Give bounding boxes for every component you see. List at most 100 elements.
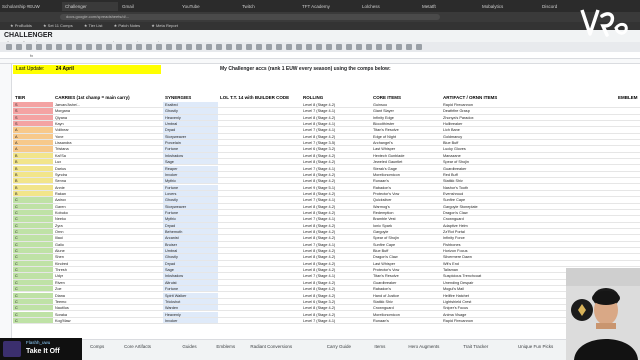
- toolbar-button-icon[interactable]: [76, 44, 82, 50]
- emblem-cell[interactable]: [616, 172, 640, 179]
- tier-cell[interactable]: C: [13, 248, 53, 255]
- artifact-cell[interactable]: Manazane: [441, 153, 616, 160]
- tier-cell[interactable]: C: [13, 279, 53, 287]
- carry-cell[interactable]: Ornn: [53, 229, 163, 236]
- tier-cell[interactable]: B: [13, 165, 53, 172]
- synergy-cell[interactable]: Warden: [163, 305, 218, 312]
- tier-cell[interactable]: C: [13, 216, 53, 223]
- toolbar-button-icon[interactable]: [386, 44, 392, 50]
- synergy-cell[interactable]: Bruiser: [163, 241, 218, 248]
- table-row[interactable]: C Ornn Behemoth Level 8 (Stage 4-2) Gargoyle…: [13, 229, 640, 236]
- builder-link-cell[interactable]: [218, 172, 301, 179]
- carry-cell[interactable]: Darius: [53, 166, 163, 172]
- rolling-cell[interactable]: Level 8 (Stage 4-2): [301, 210, 371, 217]
- toolbar-button-icon[interactable]: [16, 44, 22, 50]
- core-items-cell[interactable]: Warmog's: [371, 204, 441, 210]
- emblem-cell[interactable]: [616, 210, 640, 217]
- core-items-cell[interactable]: Ionic Spark: [371, 223, 441, 229]
- artifact-cell[interactable]: Deathfire Grasp: [441, 108, 616, 115]
- tier-cell[interactable]: S: [13, 121, 53, 128]
- tier-cell[interactable]: A: [13, 133, 53, 141]
- core-items-cell[interactable]: Last Whisper: [371, 146, 441, 153]
- builder-link-cell[interactable]: [218, 293, 301, 299]
- emblem-cell[interactable]: [616, 115, 640, 121]
- core-items-cell[interactable]: Hextech Gunblade: [371, 153, 441, 160]
- carry-cell[interactable]: Nautilus: [53, 305, 163, 312]
- core-items-cell[interactable]: Redemption: [371, 210, 441, 217]
- core-items-cell[interactable]: Blue Buff: [371, 248, 441, 255]
- builder-link-cell[interactable]: [218, 127, 301, 134]
- browser-tab[interactable]: Scholarship #EUW: [2, 2, 58, 11]
- rolling-cell[interactable]: Level 8 (Stage 4-2): [301, 134, 371, 141]
- table-row[interactable]: B Lux Sage Level 8 (Stage 4-2) Jeweled Gaunt…: [13, 159, 640, 166]
- toolbar-button-icon[interactable]: [106, 44, 112, 50]
- table-row[interactable]: C Udyr Inkshadow Level 7 (Stage 4-1) Titan's…: [13, 273, 640, 280]
- table-row[interactable]: C Kobuko Fortune Level 8 (Stage 4-2) Redempt…: [13, 209, 640, 217]
- artifact-cell[interactable]: Statikk Shiv: [441, 178, 616, 185]
- table-row[interactable]: C Kindred Dryad Level 8 (Stage 4-2) Last Whi…: [13, 260, 640, 268]
- header-emblem[interactable]: EMBLEM: [616, 94, 640, 101]
- rolling-cell[interactable]: Level 7 (Stage 4-1): [301, 273, 371, 280]
- carry-cell[interactable]: Senna: [53, 178, 163, 185]
- rolling-cell[interactable]: Level 8 (Stage 4-2): [301, 235, 371, 242]
- carry-cell[interactable]: Rakan: [53, 191, 163, 198]
- core-items-cell[interactable]: Protector's Vow: [371, 267, 441, 274]
- artifact-cell[interactable]: Lucky Gloves: [441, 146, 616, 153]
- builder-link-cell[interactable]: [218, 312, 301, 318]
- tier-cell[interactable]: S: [13, 114, 53, 121]
- tier-cell[interactable]: C: [13, 273, 53, 280]
- rolling-cell[interactable]: Level 8 (Stage 4-2): [301, 254, 371, 261]
- synergy-cell[interactable]: Inkshadow: [163, 152, 218, 160]
- carry-cell[interactable]: Lux: [53, 159, 163, 166]
- emblem-cell[interactable]: [616, 127, 640, 134]
- tier-cell[interactable]: B: [13, 178, 53, 185]
- synergy-cell[interactable]: Invoker: [163, 171, 218, 179]
- carry-cell[interactable]: Zoe: [53, 286, 163, 293]
- core-items-cell[interactable]: Bramble Vest: [371, 216, 441, 223]
- carry-cell[interactable]: Illaoi: [53, 235, 163, 242]
- toolbar-button-icon[interactable]: [396, 44, 402, 50]
- tier-cell[interactable]: C: [13, 260, 53, 268]
- table-row[interactable]: C Illaoi Arcanist Level 8 (Stage 4-2) Spear …: [13, 235, 640, 242]
- emblem-cell[interactable]: [616, 146, 640, 153]
- tier-cell[interactable]: C: [13, 203, 53, 210]
- artifact-cell[interactable]: Infinity Force: [441, 235, 616, 242]
- builder-link-cell[interactable]: [218, 223, 301, 229]
- builder-link-cell[interactable]: [218, 235, 301, 242]
- toolbar-button-icon[interactable]: [276, 44, 282, 50]
- synergy-cell[interactable]: Behemoth: [163, 229, 218, 236]
- header-synergies[interactable]: SYNERGIES: [163, 94, 218, 101]
- last-update-cell[interactable]: Last Update: 24 April: [13, 65, 161, 74]
- formula-bar[interactable]: fx: [0, 52, 640, 59]
- emblem-cell[interactable]: [616, 153, 640, 160]
- synergy-cell[interactable]: Heavenly: [163, 311, 218, 318]
- artifact-cell[interactable]: Sunfire Cape: [441, 197, 616, 204]
- builder-link-cell[interactable]: [218, 248, 301, 255]
- builder-link-cell[interactable]: [218, 191, 301, 198]
- table-row[interactable]: C Kog'Maw Invoker Level 7 (Stage 4-1) Runaan…: [13, 317, 640, 325]
- builder-link-cell[interactable]: [218, 146, 301, 153]
- rolling-cell[interactable]: Level 8 (Stage 4-2): [301, 159, 371, 166]
- core-items-cell[interactable]: Statikk Shiv: [371, 299, 441, 306]
- table-row[interactable]: B Syndra Invoker Level 8 (Stage 4-2) Morello…: [13, 171, 640, 179]
- synergy-cell[interactable]: Heavenly: [163, 114, 218, 121]
- builder-link-cell[interactable]: [218, 185, 301, 191]
- carry-cell[interactable]: Diana: [53, 293, 163, 299]
- builder-link-cell[interactable]: [218, 178, 301, 185]
- rolling-cell[interactable]: Level 8 (Stage 4-2): [301, 280, 371, 287]
- toolbar-button-icon[interactable]: [306, 44, 312, 50]
- core-items-cell[interactable]: Spear of Shojin: [371, 235, 441, 242]
- toolbar-button-icon[interactable]: [236, 44, 242, 50]
- carry-cell[interactable]: Lissandra: [53, 140, 163, 147]
- table-row[interactable]: B Darius Reaper Level 7 (Stage 4-1) Sterak's…: [13, 165, 640, 172]
- bookmark[interactable]: ★ ProBuilds: [10, 22, 32, 30]
- carry-cell[interactable]: Neeko: [53, 216, 163, 223]
- builder-link-cell[interactable]: [218, 102, 301, 109]
- tier-cell[interactable]: A: [13, 140, 53, 147]
- emblem-cell[interactable]: [616, 178, 640, 185]
- header-core-items[interactable]: CORE ITEMS: [371, 94, 441, 101]
- rolling-cell[interactable]: Level 8 (Stage 4-2): [301, 267, 371, 274]
- artifact-cell[interactable]: Gargoyle Stoneplate: [441, 204, 616, 210]
- emblem-cell[interactable]: [616, 223, 640, 229]
- carry-cell[interactable]: Shen: [53, 254, 163, 261]
